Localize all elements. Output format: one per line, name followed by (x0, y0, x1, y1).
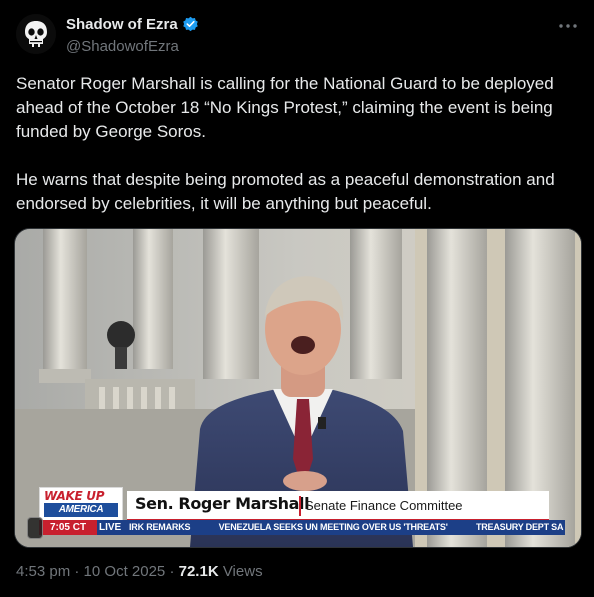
speaker-nameplate: Sen. Roger Marshall Senate Finance Commi… (127, 491, 549, 522)
video-player[interactable]: WAKE UP AMERICA Sen. Roger Marshall Sena… (14, 228, 582, 548)
post-time[interactable]: 4:53 pm (16, 563, 70, 580)
punisher-skull-icon (16, 14, 56, 54)
video-play-indicator[interactable] (27, 517, 43, 539)
ticker-item: IRK REMARKS (129, 522, 191, 532)
ticker-headlines: IRK REMARKS VENEZUELA SEEKS UN MEETING O… (129, 520, 565, 535)
ticker-item: TREASURY DEPT SA (475, 522, 564, 532)
meta-separator: · (74, 563, 80, 580)
author-name-row[interactable]: Shadow of Ezra (66, 16, 199, 33)
author-handle[interactable]: @ShadowofEzra (66, 38, 179, 55)
speaker-name: Sen. Roger Marshall (135, 494, 310, 513)
author-display-name[interactable]: Shadow of Ezra (66, 16, 178, 33)
show-logo: WAKE UP AMERICA (39, 487, 123, 521)
meta-separator: · (169, 563, 175, 580)
speaker-title: Senate Finance Committee (305, 498, 463, 513)
ticker-item: VENEZUELA SEEKS UN MEETING OVER US 'THRE… (218, 522, 448, 532)
tweet-text: Senator Roger Marshall is calling for th… (16, 74, 555, 213)
post-date[interactable]: 10 Oct 2025 (84, 563, 166, 580)
tweet-metadata: 4:53 pm · 10 Oct 2025 · 72.1K Views (16, 563, 263, 580)
nameplate-divider (299, 496, 301, 516)
ticker-time: 7:05 CT (39, 520, 97, 535)
ticker-live-label: LIVE (99, 522, 122, 533)
tweet-card: Shadow of Ezra @ShadowofEzra Senator Rog… (0, 0, 594, 597)
views-count[interactable]: 72.1K (179, 563, 219, 580)
show-logo-line2: AMERICA (44, 503, 118, 517)
news-ticker: 7:05 CT LIVE IRK REMARKS VENEZUELA SEEKS… (39, 520, 565, 535)
show-logo-line1: WAKE UP (44, 489, 105, 503)
verified-badge-icon[interactable] (182, 16, 199, 33)
more-horizontal-icon[interactable] (556, 14, 580, 38)
views-label: Views (222, 563, 263, 580)
news-chyron: WAKE UP AMERICA Sen. Roger Marshall Sena… (39, 487, 565, 535)
author-avatar[interactable] (16, 14, 56, 54)
